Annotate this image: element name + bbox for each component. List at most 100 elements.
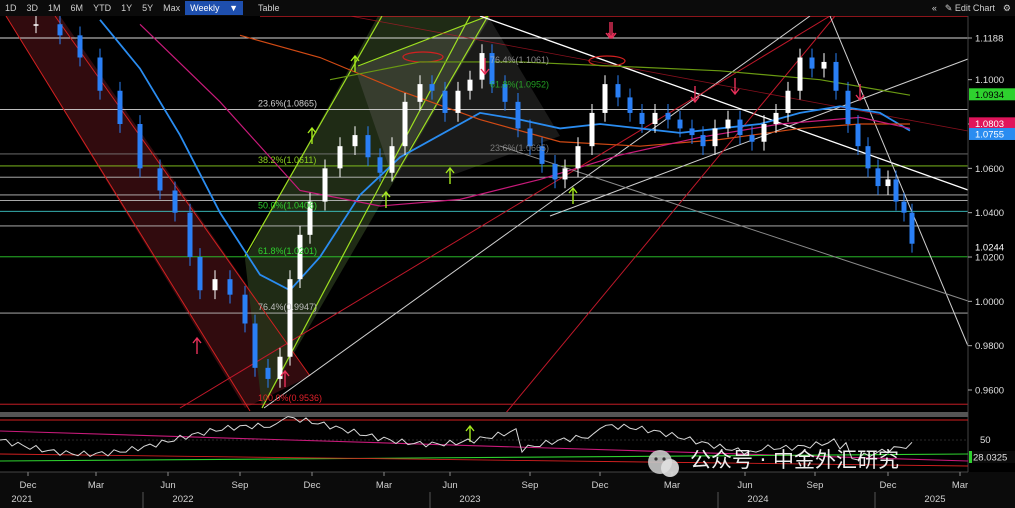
fibonacci-label: 76.4%(0.9947) [258,302,317,312]
x-tick-label: Mar [376,480,392,491]
interval-dropdown-arrow[interactable]: ▼ [224,1,244,15]
candle-body [479,53,485,80]
indicator-value-label: 28.0325 [973,453,1007,464]
candle-body [429,84,435,91]
candle-body [602,84,608,113]
time-axis: Dec Mar Jun Sep Dec Mar Jun Sep Dec Mar Jun Sep Dec M… [0,471,1015,508]
candle-body [821,61,827,69]
fibonacci-label: 23.6%(1.0865) [258,99,317,109]
x-year-label: 2021 [11,494,32,505]
candle-body [615,84,621,98]
price-tag-label: 1.0934 [975,90,1004,101]
candle-body [77,35,83,58]
candle-body [117,90,123,125]
range-1d-button[interactable]: 1D [0,1,22,15]
candle-body [901,201,907,213]
candle-body [833,61,839,91]
candle-body [157,168,163,191]
collapse-icon[interactable]: « [932,3,937,13]
candle-body [627,97,633,113]
gear-icon[interactable]: ⚙ [1003,3,1011,14]
fibonacci-label: 50.0%(1.0406) [258,200,317,210]
indicator-tick-label: 50 [980,435,991,446]
x-year-label: 2022 [172,494,193,505]
table-button[interactable]: Table [253,1,285,15]
range-1y-button[interactable]: 1Y [116,1,137,15]
x-tick-label: Mar [664,480,680,491]
range-5y-button[interactable]: 5Y [137,1,158,15]
candle-body [57,24,63,36]
candle-body [845,90,851,125]
candle-body [639,112,645,125]
x-tick-label: Dec [592,480,609,491]
y-tick-label: 1.0600 [975,164,1004,175]
chevron-down-icon: ▼ [229,3,239,13]
fibonacci-label: 23.6%(1.0665) [490,143,549,153]
candle-body [287,279,293,357]
price-tag-label: 1.0244 [975,243,1004,254]
candle-body [389,146,395,173]
indicator-value-marker [969,451,972,463]
y-tick-label: 1.1188 [975,34,1003,45]
candle-body [773,112,779,125]
candle-body [212,279,218,291]
x-tick-label: Sep [807,480,824,491]
x-year-label: 2023 [459,494,480,505]
range-ytd-button[interactable]: YTD [88,1,116,15]
candle-body [417,84,423,102]
candle-body [909,212,915,244]
time-axis-background [0,472,1015,508]
range-max-button[interactable]: Max [158,1,185,15]
y-tick-label: 1.0200 [975,253,1004,264]
pencil-icon: ✎ [944,2,953,13]
fibonacci-label: 61.8%(1.0952) [490,79,549,89]
candle-body [242,294,248,324]
edit-chart-button[interactable]: ✎ Edit Chart [945,3,995,14]
edit-chart-label: Edit Chart [954,2,995,13]
candle-body [652,112,658,125]
candle-body [352,135,358,147]
candle-body [761,124,767,142]
candle-body [737,119,743,136]
candle-body [337,146,343,169]
range-1m-button[interactable]: 1M [43,1,66,15]
fibonacci-label: 61.8%(1.0201) [258,246,317,256]
y-tick-label: 0.9600 [975,386,1004,397]
candle-body [885,179,891,187]
candle-body [809,57,815,69]
candle-body [297,234,303,280]
range-3d-button[interactable]: 3D [22,1,44,15]
range-6m-button[interactable]: 6M [66,1,89,15]
candle-body [677,119,683,129]
watermark-text: 公众号 · 中金外汇研究 [690,448,899,472]
candle-body [402,101,408,147]
chart-toolbar: 1D 3D 1M 6M YTD 1Y 5Y Max Weekly ▼ Table… [0,0,1015,17]
x-tick-label: Mar [952,480,968,491]
price-tag-label: 1.0755 [975,129,1004,140]
candle-body [467,79,473,91]
candle-body [172,190,178,213]
candle-body [893,179,899,202]
x-tick-label: Dec [304,480,321,491]
candle-body [97,57,103,91]
x-tick-label: Mar [88,480,104,491]
candle-body [712,128,718,147]
price-chart[interactable]: 23.6%(1.0865) 38.2%(1.0611) 50.0%(1.0406) 6… [0,16,1015,508]
candle-body [377,157,383,173]
x-tick-label: Dec [20,480,37,491]
x-tick-label: Jun [737,480,752,491]
candle-body [552,163,558,180]
candle-body [197,257,203,291]
x-tick-label: Sep [232,480,249,491]
y-tick-label: 0.9800 [975,341,1004,352]
candle-body [575,146,581,169]
x-tick-label: Dec [880,480,897,491]
interval-label: Weekly [190,3,220,13]
candle-body [700,135,706,147]
interval-dropdown[interactable]: Weekly [185,1,226,15]
x-year-label: 2025 [924,494,945,505]
y-tick-label: 1.0000 [975,297,1004,308]
candle-body [442,90,448,113]
candle-body [33,24,39,26]
candle-body [785,90,791,113]
